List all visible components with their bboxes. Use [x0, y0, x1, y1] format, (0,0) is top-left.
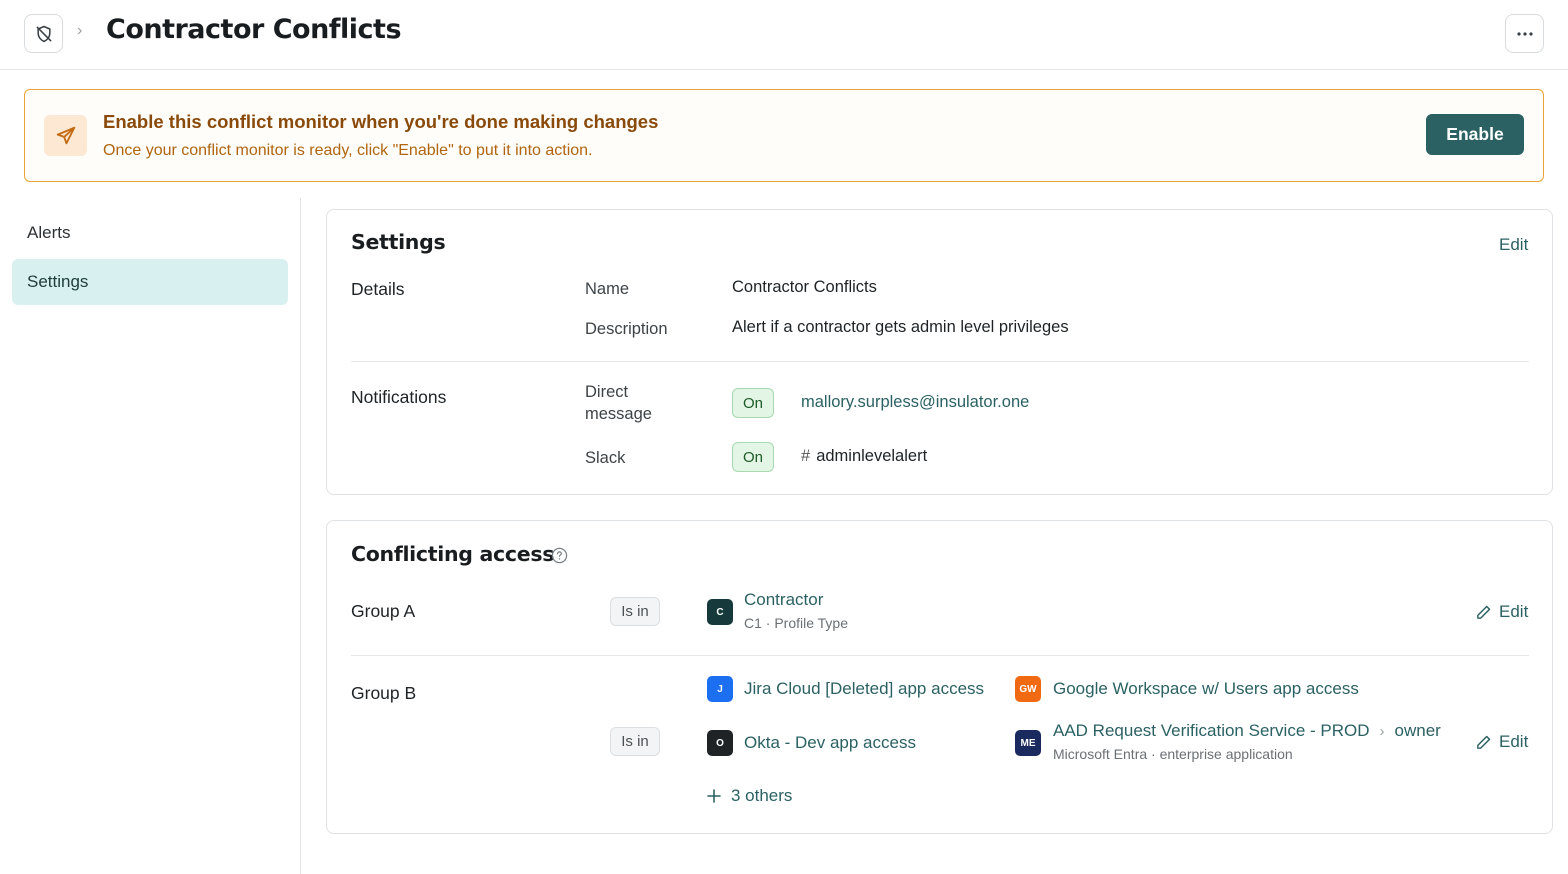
aad-service-subtitle: Microsoft Entra · enterprise application: [1053, 746, 1293, 762]
more-horizontal-icon: [1516, 31, 1533, 36]
name-value: Contractor Conflicts: [732, 278, 877, 296]
google-workspace-app-access-link[interactable]: Google Workspace w/ Users app access: [1053, 679, 1359, 699]
notifications-label: Notifications: [351, 387, 447, 407]
okta-app-access-link[interactable]: Okta - Dev app access: [744, 733, 916, 753]
pencil-icon: [1477, 735, 1491, 749]
contractor-link[interactable]: Contractor: [744, 590, 823, 610]
settings-title: Settings: [351, 230, 446, 254]
hash-icon: #: [801, 447, 811, 465]
contractor-subtitle: C1 · Profile Type: [744, 615, 849, 631]
group-b-label: Group B: [351, 683, 417, 703]
conflicting-access-card: Conflicting access Group A Is in C Contr…: [326, 520, 1553, 834]
conflicting-access-title: Conflicting access: [351, 542, 555, 566]
settings-edit-link[interactable]: Edit: [1499, 235, 1528, 255]
chevron-right-icon: ›: [1379, 723, 1385, 740]
description-label: Description: [585, 320, 668, 338]
google-workspace-icon: GW: [1015, 676, 1041, 702]
send-icon: [44, 115, 87, 156]
divider: [351, 655, 1529, 656]
breadcrumb-chevron-icon: ›: [77, 22, 83, 39]
direct-message-label: Direct message: [585, 383, 652, 423]
group-a-edit-button[interactable]: Edit: [1475, 602, 1528, 622]
settings-card: Settings Edit Details Name Contractor Co…: [326, 209, 1553, 495]
role-label: owner: [1394, 721, 1441, 740]
slack-channel-name: adminlevelalert: [816, 447, 928, 465]
divider: [351, 361, 1529, 362]
show-others-button[interactable]: 3 others: [707, 786, 792, 806]
slack-status-badge[interactable]: On: [732, 442, 774, 472]
microsoft-entra-icon: ME: [1015, 730, 1041, 756]
description-value: Alert if a contractor gets admin level p…: [732, 318, 1069, 336]
group-b-edit-button[interactable]: Edit: [1475, 732, 1528, 752]
contractor-icon: C: [707, 599, 733, 625]
slack-label: Slack: [585, 449, 626, 467]
plus-icon: [707, 789, 721, 803]
sidebar: Alerts Settings: [0, 198, 301, 874]
more-options-button[interactable]: [1505, 14, 1544, 53]
enable-button[interactable]: Enable: [1426, 114, 1524, 155]
banner-title: Enable this conflict monitor when you're…: [103, 111, 659, 132]
slack-channel: # adminlevelalert: [801, 447, 927, 466]
page-header: › Contractor Conflicts: [0, 0, 1568, 70]
group-a-label: Group A: [351, 601, 416, 621]
jira-icon: J: [707, 676, 733, 702]
direct-message-status-badge[interactable]: On: [732, 388, 774, 418]
help-icon[interactable]: [551, 547, 568, 564]
sidebar-item-settings[interactable]: Settings: [12, 259, 288, 305]
banner-subtitle: Once your conflict monitor is ready, cli…: [103, 142, 593, 159]
page-title: Contractor Conflicts: [106, 14, 402, 45]
aad-service-link[interactable]: AAD Request Verification Service - PROD ›…: [1053, 721, 1441, 741]
enable-monitor-banner: Enable this conflict monitor when you're…: [24, 89, 1544, 182]
group-a-relation-badge: Is in: [610, 597, 660, 626]
direct-message-recipient[interactable]: mallory.surpless@insulator.one: [801, 393, 1029, 412]
sidebar-item-alerts[interactable]: Alerts: [12, 210, 288, 256]
pencil-icon: [1477, 605, 1491, 619]
group-b-relation-badge: Is in: [610, 727, 660, 756]
okta-icon: O: [707, 730, 733, 756]
shield-off-icon[interactable]: [24, 14, 63, 53]
details-label: Details: [351, 279, 405, 299]
jira-app-access-link[interactable]: Jira Cloud [Deleted] app access: [744, 679, 984, 699]
name-label: Name: [585, 280, 630, 298]
